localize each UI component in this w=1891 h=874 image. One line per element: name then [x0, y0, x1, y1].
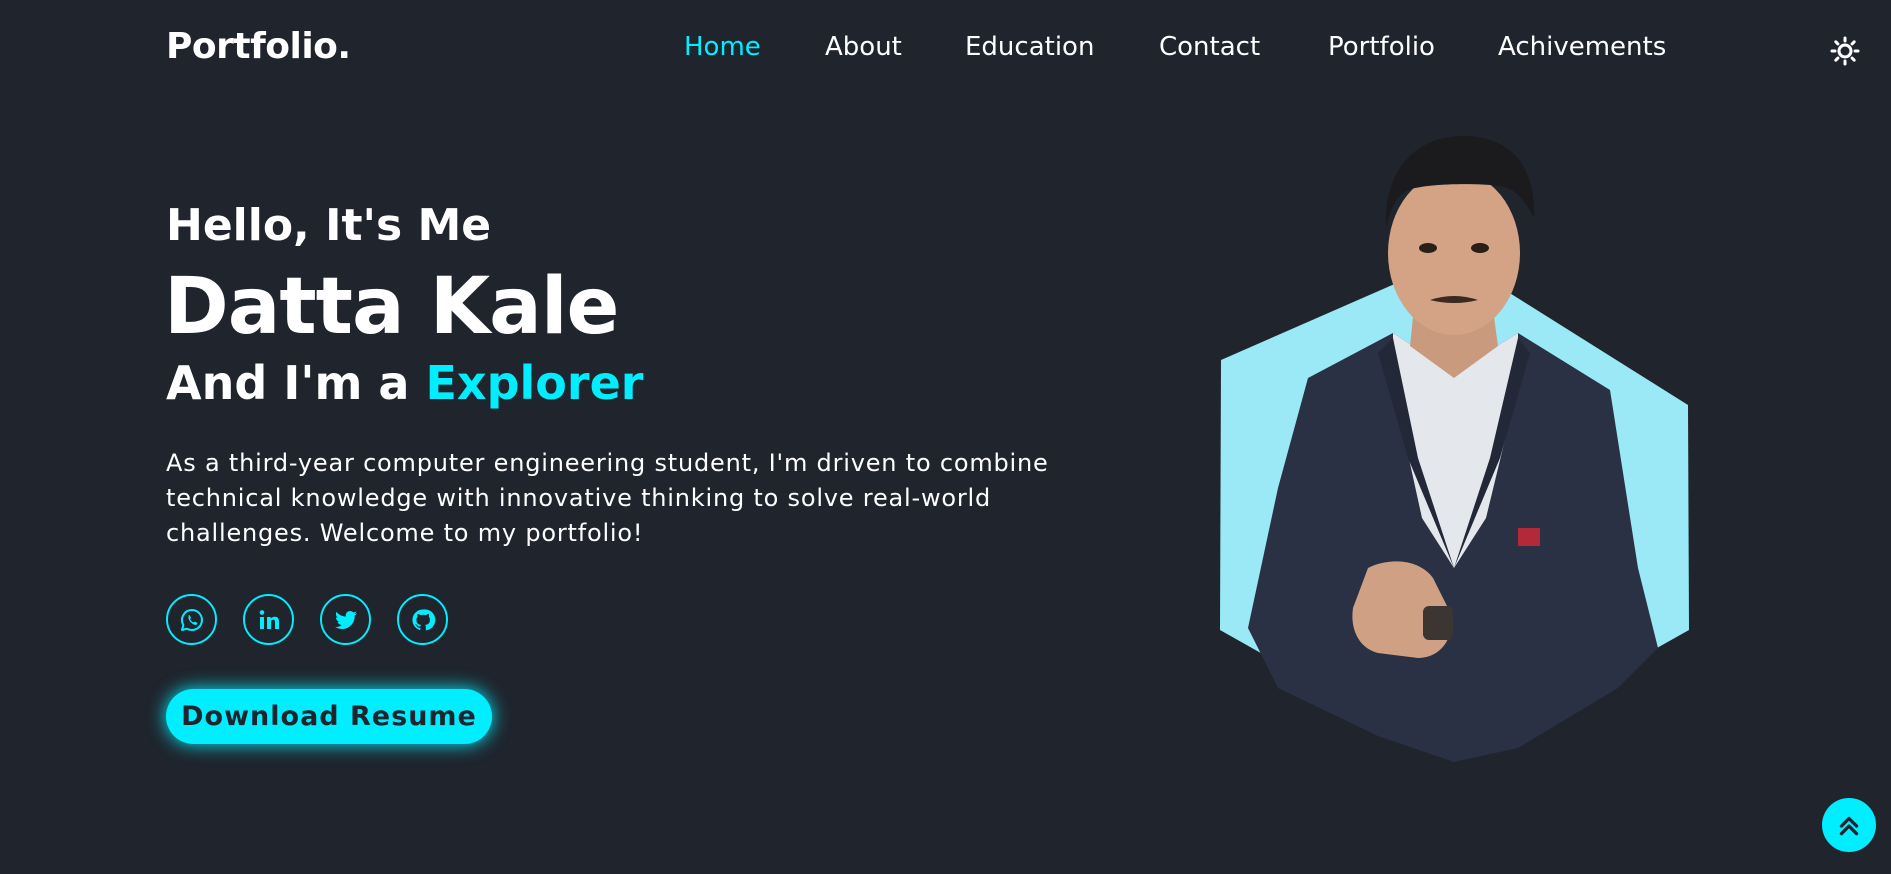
greeting: Hello, It's Me: [166, 200, 492, 251]
role-text: Explorer: [425, 356, 644, 410]
role-line: And I'm a Explorer: [166, 356, 643, 410]
github-icon[interactable]: [397, 594, 448, 645]
profile-photo: [1218, 128, 1693, 768]
double-chevron-up-icon: [1839, 816, 1859, 836]
download-resume-button[interactable]: Download Resume: [166, 689, 492, 744]
nav-education[interactable]: Education: [965, 32, 1094, 62]
hero-name: Datta Kale: [164, 262, 619, 352]
role-prefix: And I'm a: [166, 356, 426, 410]
scroll-to-top-button[interactable]: [1822, 798, 1876, 852]
sun-icon[interactable]: [1830, 36, 1860, 66]
nav-portfolio[interactable]: Portfolio: [1328, 32, 1435, 62]
whatsapp-icon[interactable]: [166, 594, 217, 645]
hero-description: As a third-year computer engineering stu…: [166, 449, 1049, 547]
nav-contact[interactable]: Contact: [1159, 32, 1260, 62]
twitter-icon[interactable]: [320, 594, 371, 645]
linkedin-icon[interactable]: [243, 594, 294, 645]
nav-home[interactable]: Home: [684, 32, 761, 62]
nav-about[interactable]: About: [825, 32, 902, 62]
nav-achivements[interactable]: Achivements: [1498, 32, 1666, 62]
portfolio-page: Portfolio. Home About Education Contact …: [0, 0, 1891, 874]
main-nav: Home About Education Contact Portfolio A…: [0, 32, 1891, 72]
